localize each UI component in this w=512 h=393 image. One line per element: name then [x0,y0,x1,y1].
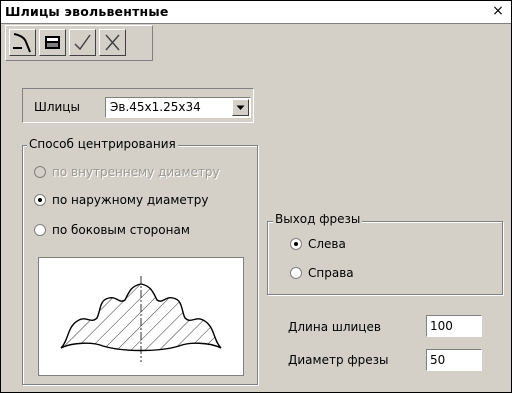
length-label: Длина шлицев [288,320,381,334]
radio-label: по боковым сторонам [52,223,190,237]
toolbar [5,25,153,61]
cutter-exit-legend: Выход фрезы [273,212,363,226]
close-button[interactable]: × [491,4,505,18]
spline-preview [38,257,244,376]
radio-button[interactable] [290,267,302,279]
length-input-value: 100 [430,319,453,333]
window-title: Шлицы эвольвентные [5,4,169,19]
splines-select-value: Эв.45х1.25х34 [110,100,201,114]
chevron-down-icon [236,105,245,110]
cross-icon [105,34,120,51]
apply-button[interactable] [69,29,96,56]
dialog-window: Шлицы эвольвентные × Шлицы Эв.45х1.25х34… [0,0,512,393]
radio-button[interactable] [34,194,46,206]
diameter-label: Диаметр фрезы [288,353,389,367]
mill-cutter-icon [13,33,31,53]
splines-label: Шлицы [34,100,80,114]
diameter-input-value: 50 [430,353,446,367]
length-input[interactable]: 100 [426,315,482,337]
cancel-button[interactable] [99,29,126,56]
radio-label: по наружному диаметру [52,193,209,207]
radio-label: Справа [308,266,354,280]
radio-label: по внутреннему диаметру [52,165,220,179]
diameter-input[interactable]: 50 [426,349,482,371]
dropdown-button[interactable] [232,99,249,116]
checkmark-icon [74,34,91,51]
radio-label: Слева [308,237,346,251]
cutter-exit-group [267,221,503,295]
centering-legend: Способ центрирования [27,137,178,151]
calculator-icon [45,36,60,49]
spline-profile-image [60,276,222,362]
splines-select[interactable]: Эв.45х1.25х34 [105,97,251,118]
title-bar[interactable]: Шлицы эвольвентные × [1,1,511,24]
radio-button[interactable] [34,166,46,178]
radio-button[interactable] [34,224,46,236]
radio-button[interactable] [290,238,302,250]
mill-cutter-button[interactable] [9,29,36,56]
calculator-button[interactable] [39,29,66,56]
